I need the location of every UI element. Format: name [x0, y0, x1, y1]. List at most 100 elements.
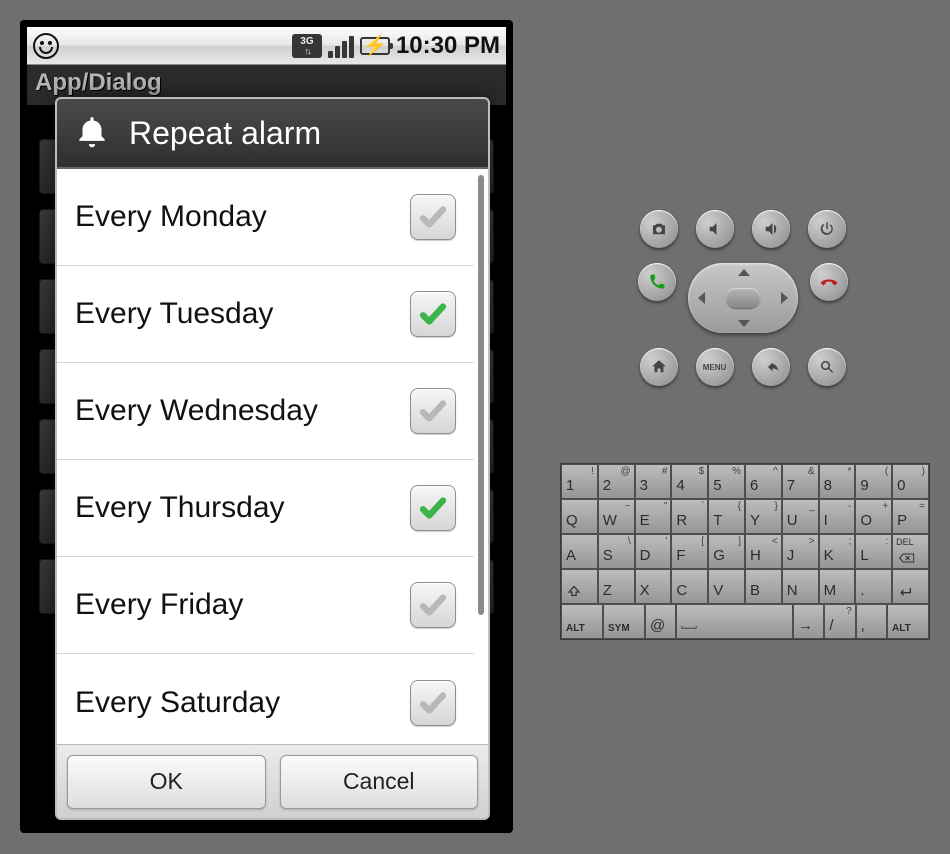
- camera-button[interactable]: [640, 210, 678, 248]
- day-label: Every Wednesday: [75, 394, 318, 428]
- device-frame: 3G↑↓ ⚡ 10:30 PM App/Dialog Repeat alarm: [20, 20, 513, 833]
- key-u[interactable]: U_: [782, 499, 819, 534]
- day-checkbox[interactable]: [410, 291, 456, 337]
- key-s[interactable]: S\: [598, 534, 635, 569]
- key-9[interactable]: 9(: [855, 464, 892, 499]
- key-q[interactable]: Q: [561, 499, 598, 534]
- key-e[interactable]: E": [635, 499, 672, 534]
- key-c[interactable]: C: [671, 569, 708, 604]
- key-6[interactable]: 6^: [745, 464, 782, 499]
- key-0[interactable]: 0): [892, 464, 929, 499]
- key-5[interactable]: 5%: [708, 464, 745, 499]
- day-checkbox[interactable]: [410, 485, 456, 531]
- key-sym[interactable]: SYM: [603, 604, 645, 639]
- key-7[interactable]: 7&: [782, 464, 819, 499]
- network-3g-icon: 3G↑↓: [292, 34, 322, 58]
- cancel-button[interactable]: Cancel: [280, 755, 479, 809]
- scrollbar-thumb[interactable]: [478, 175, 484, 615]
- key-space[interactable]: [676, 604, 793, 639]
- end-call-button[interactable]: [810, 263, 848, 301]
- day-label: Every Thursday: [75, 491, 285, 525]
- day-label: Every Saturday: [75, 686, 280, 720]
- dpad-down[interactable]: [738, 320, 750, 327]
- key-p[interactable]: P=: [892, 499, 929, 534]
- dialog-list[interactable]: Every Monday Every Tuesday Every Wednesday…: [57, 169, 488, 744]
- screen: 3G↑↓ ⚡ 10:30 PM App/Dialog Repeat alarm: [27, 27, 506, 826]
- search-button[interactable]: [808, 348, 846, 386]
- notification-icon: [33, 33, 59, 59]
- key-alt[interactable]: ALT: [887, 604, 929, 639]
- key-.[interactable]: .: [855, 569, 892, 604]
- bell-icon: [73, 114, 111, 152]
- day-checkbox[interactable]: [410, 388, 456, 434]
- day-checkbox[interactable]: [410, 680, 456, 726]
- key-z[interactable]: Z: [598, 569, 635, 604]
- key-enter[interactable]: [892, 569, 929, 604]
- key-v[interactable]: V: [708, 569, 745, 604]
- key-t[interactable]: T{: [708, 499, 745, 534]
- dialog-title: Repeat alarm: [129, 115, 321, 152]
- key-i[interactable]: I-: [819, 499, 856, 534]
- key-g[interactable]: G]: [708, 534, 745, 569]
- dpad-right[interactable]: [781, 292, 788, 304]
- day-row[interactable]: Every Wednesday: [57, 363, 474, 460]
- key-j[interactable]: J>: [782, 534, 819, 569]
- key-d[interactable]: D': [635, 534, 672, 569]
- dpad-center[interactable]: [726, 288, 760, 308]
- day-row[interactable]: Every Thursday: [57, 460, 474, 557]
- dpad-up[interactable]: [738, 269, 750, 276]
- day-checkbox[interactable]: [410, 582, 456, 628]
- key-delete[interactable]: DEL: [892, 534, 929, 569]
- key-n[interactable]: N: [782, 569, 819, 604]
- back-button[interactable]: [752, 348, 790, 386]
- key-f[interactable]: F[: [671, 534, 708, 569]
- day-row[interactable]: Every Friday: [57, 557, 474, 654]
- status-bar: 3G↑↓ ⚡ 10:30 PM: [27, 27, 506, 65]
- dpad[interactable]: [688, 263, 798, 333]
- call-button[interactable]: [638, 263, 676, 301]
- ok-button[interactable]: OK: [67, 755, 266, 809]
- power-button[interactable]: [808, 210, 846, 248]
- key-h[interactable]: H<: [745, 534, 782, 569]
- key-y[interactable]: Y}: [745, 499, 782, 534]
- key-8[interactable]: 8*: [819, 464, 856, 499]
- signal-icon: [328, 34, 354, 58]
- key-3[interactable]: 3#: [635, 464, 672, 499]
- key-k[interactable]: K;: [819, 534, 856, 569]
- dpad-left[interactable]: [698, 292, 705, 304]
- day-label: Every Monday: [75, 200, 267, 234]
- key-alt[interactable]: ALT: [561, 604, 603, 639]
- day-row[interactable]: Every Saturday: [57, 654, 474, 744]
- day-label: Every Tuesday: [75, 297, 273, 331]
- day-row[interactable]: Every Monday: [57, 169, 474, 266]
- key-shift[interactable]: [561, 569, 598, 604]
- key-a[interactable]: A: [561, 534, 598, 569]
- dialog-header: Repeat alarm: [57, 99, 488, 169]
- key-/[interactable]: /?: [824, 604, 855, 639]
- menu-button[interactable]: MENU: [696, 348, 734, 386]
- key-w[interactable]: W~: [598, 499, 635, 534]
- key-→[interactable]: →: [793, 604, 824, 639]
- volume-down-button[interactable]: [696, 210, 734, 248]
- hardware-keyboard: 1!2@3#4$5%6^7&8*9(0) QW~E"R`T{Y}U_I-O+P= A…: [560, 463, 930, 640]
- key-,[interactable]: ,: [856, 604, 887, 639]
- key-@[interactable]: @: [645, 604, 676, 639]
- clock: 10:30 PM: [396, 32, 500, 60]
- day-row[interactable]: Every Tuesday: [57, 266, 474, 363]
- battery-charging-icon: ⚡: [360, 37, 390, 55]
- home-button[interactable]: [640, 348, 678, 386]
- key-4[interactable]: 4$: [671, 464, 708, 499]
- key-o[interactable]: O+: [855, 499, 892, 534]
- volume-up-button[interactable]: [752, 210, 790, 248]
- key-1[interactable]: 1!: [561, 464, 598, 499]
- key-b[interactable]: B: [745, 569, 782, 604]
- key-x[interactable]: X: [635, 569, 672, 604]
- key-r[interactable]: R`: [671, 499, 708, 534]
- key-2[interactable]: 2@: [598, 464, 635, 499]
- dialog-footer: OK Cancel: [57, 744, 488, 818]
- key-m[interactable]: M: [819, 569, 856, 604]
- repeat-alarm-dialog: Repeat alarm Every MondayEvery TuesdayEv…: [55, 97, 490, 820]
- emulator-control-pad: MENU: [635, 210, 850, 401]
- key-l[interactable]: L:: [855, 534, 892, 569]
- day-checkbox[interactable]: [410, 194, 456, 240]
